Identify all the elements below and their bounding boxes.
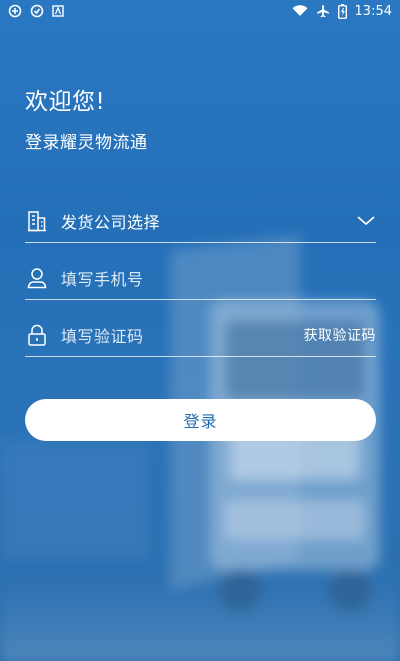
status-left [8, 4, 64, 18]
airplane-icon [316, 4, 330, 18]
app-icon-2 [30, 4, 44, 18]
get-code-button[interactable]: 获取验证码 [304, 325, 377, 345]
app-icon-1 [8, 4, 22, 18]
building-icon [25, 209, 49, 233]
phone-field[interactable]: 填写手机号 [25, 256, 376, 300]
company-select-label: 发货公司选择 [61, 212, 161, 232]
user-icon [25, 266, 49, 290]
wifi-icon [292, 5, 308, 17]
battery-icon [337, 3, 347, 19]
verification-code-field[interactable]: 填写验证码 获取验证码 [25, 313, 376, 357]
lock-icon [25, 323, 49, 347]
app-icon-3 [52, 5, 64, 17]
login-button[interactable]: 登录 [25, 399, 376, 441]
company-select[interactable]: 发货公司选择 [25, 199, 376, 243]
welcome-title: 欢迎您! [25, 89, 106, 115]
login-subtitle: 登录耀灵物流通 [25, 133, 148, 153]
login-screen: 13:54 欢迎您! 登录耀灵物流通 发货公司选择 填写手机号 填写验证码 获取… [0, 0, 400, 661]
chevron-down-icon[interactable] [356, 211, 376, 231]
status-right: 13:54 [292, 3, 392, 19]
phone-input[interactable]: 填写手机号 [61, 266, 376, 290]
verification-code-input[interactable]: 填写验证码 [61, 323, 304, 347]
status-bar: 13:54 [0, 0, 400, 22]
status-time: 13:54 [354, 3, 392, 19]
